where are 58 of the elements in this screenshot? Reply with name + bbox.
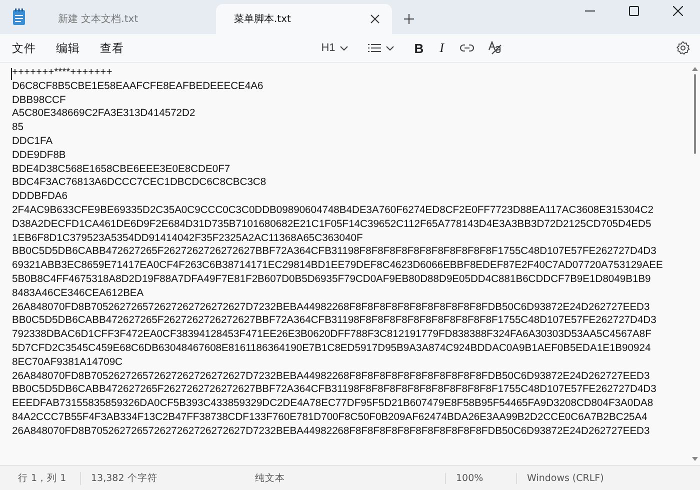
text-line: EEEDFAB73155835859326DA0CF5B393C433859329DC2DE4A78EC77DF95F5D21B607479E8F58B95F54465FA9D3208CD804F3A0DA8 <box>12 397 654 411</box>
settings-icon[interactable] <box>676 41 690 55</box>
add-tab-icon[interactable] <box>404 14 414 24</box>
text-line: D38A2DECFD1CA461DE6D9F2E684D31D735B7101680682E21C1F05F14C39652C112F65A778143D4E3A3BB3D72D2125CD705D4ED5 <box>12 218 652 232</box>
status-text: 100% <box>445 472 516 484</box>
menu-item[interactable]: 编辑 <box>56 40 80 56</box>
caret-icon <box>386 46 394 50</box>
close-icon[interactable] <box>673 6 683 16</box>
status-text: 13,382 个字符 <box>80 472 245 484</box>
text-line: DDE9DF8B <box>12 148 67 163</box>
text-line: 2F4AC9B633CFE9BE69335D2C35A0C9CCC0C3C0DDB09890604748B4DE3A760F6274ED8CF2E0FF7723D88EA117AC3608E315304C2 <box>12 204 654 218</box>
status-text: 纯文本 <box>254 472 286 484</box>
status-text: Windows (CRLF) <box>516 472 604 484</box>
text-line: DDDBFDA6 <box>12 190 68 204</box>
clear-formatting-icon[interactable] <box>488 41 502 55</box>
text-line: 5D7CFD2C3545C459E68C6DB63048467608E8161186364190E7B1C8ED5917D95B9A3A874C924BDDAC0A9B1AEF0B5EDA1E1B90924 <box>12 342 652 356</box>
list-dropdown[interactable] <box>368 43 394 53</box>
tab-title: 新建 文本文档.txt <box>58 12 140 26</box>
text-line: BB0C5D5DB6CABB472627265F2627262726272627BBF72A364CFB31198F8F8F8F8F8F8F8F8F8F8F8F1755C48D107E57FE262727D4D3 <box>12 245 658 260</box>
text-line: BB0C5D5DB6CABB472627265F2627262726272627BBF72A364CFB31198F8F8F8F8F8F8F8F8F8F8F8F1755C48D107E57FE262727D4D3 <box>12 383 658 398</box>
text-line: BDE4D38C568E1658CBE6EEE3E0E8CDE0F7 <box>12 162 232 176</box>
scroll-down-icon[interactable] <box>692 457 698 461</box>
text-line: 8EC70AF9381A14709C <box>12 356 124 370</box>
text-line: A5C80E348669C2FA3E313D414572D2 <box>12 107 196 122</box>
text-line: D6C8CF8B5CBE1E58EAAFCFE8EAFBEDEEECE4A6 <box>12 80 264 94</box>
text-line: 26A848070FD8B705262726572627262726272627D7232BEBA44982268F8F8F8F8F8F8F8F8F8F8F8FDB50C6D93872E24D262727EED3 <box>12 424 651 439</box>
notepad-icon <box>12 8 26 26</box>
file-tab[interactable]: 菜单脚本.txt <box>216 4 392 34</box>
heading-dropdown[interactable]: H1 <box>321 42 348 54</box>
text-line: +++++++****+++++++ <box>12 66 114 80</box>
text-line: 8483A46CE346CEA612BEA <box>12 286 145 301</box>
menu-item[interactable]: 查看 <box>100 40 124 56</box>
maximize-icon[interactable] <box>629 6 639 16</box>
scroll-up-icon[interactable] <box>692 67 698 71</box>
list-icon <box>368 43 382 53</box>
caret-icon <box>340 46 348 50</box>
link-icon[interactable] <box>460 44 474 52</box>
text-line: DBB98CCF <box>12 94 67 108</box>
text-cursor <box>11 68 12 80</box>
close-icon[interactable] <box>370 14 380 24</box>
scrollbar-thumb[interactable] <box>694 74 696 154</box>
text-line: 5B0B8C4FF4675318A8D2D19F88A7DFA49F7E81F2B607D0B5D6935F79CD0AF9EB80D88D9E05DD4C881B6CDDCF7B9E1D8049B1B9 <box>12 272 652 287</box>
text-line: 84A2CCC7B55F4F3AB334F13C2B47FF38738CDF133F760E781D700F8C50F0B209AF62474BDA26E3AA99B2D2CCE0C6A7B2BC25A4 <box>12 410 648 425</box>
format-button[interactable]: I <box>440 40 444 56</box>
text-line: 26A848070FD8B705262726572627262726272627D7232BEBA44982268F8F8F8F8F8F8F8F8F8F8F8FDB50C6D93872E24D262727EED3 <box>12 300 651 314</box>
text-line: 69321ABB3EC8659E71417EA0CF4F263C6B38714171EC29814BD1EE79DEF8C4623D6066EBBF8EDEF87E2F40C7AD07720A753129AEE <box>12 259 664 273</box>
text-line: BDC4F3AC76813A6DCCC7CEC1DBCDC6C8CBC3C8 <box>12 176 268 190</box>
text-line: BB0C5D5DB6CABB472627265F2627262726272627BBF72A364CFB31198F8F8F8F8F8F8F8F8F8F8F8F1755C48D107E57FE262727D4D3 <box>12 314 658 328</box>
text-line: DDC1FA <box>12 134 54 149</box>
text-line: 26A848070FD8B705262726572627262726272627D7232BEBA44982268F8F8F8F8F8F8F8F8F8F8F8FDB50C6D93872E24D262727EED3 <box>12 370 651 384</box>
menu-item[interactable]: 文件 <box>12 40 36 56</box>
tab-title: 菜单脚本.txt <box>234 12 292 26</box>
file-tab[interactable]: 新建 文本文档.txt <box>40 4 216 34</box>
status-text: 行 1，列 1 <box>18 472 68 484</box>
text-line: 792338DBAC6D1CFF3F472EA0CF38394128453F471EE26E3B0620DFF788F3C812191779FD838388F324FA6A30303D53AA5C4567A8F <box>12 328 652 342</box>
text-line: 1EB6F8D1C379523A5354DD91414042F35F2325A2AC11368A65C363040F <box>12 232 364 246</box>
format-button[interactable]: B <box>414 40 424 56</box>
text-line: 85 <box>12 121 24 135</box>
